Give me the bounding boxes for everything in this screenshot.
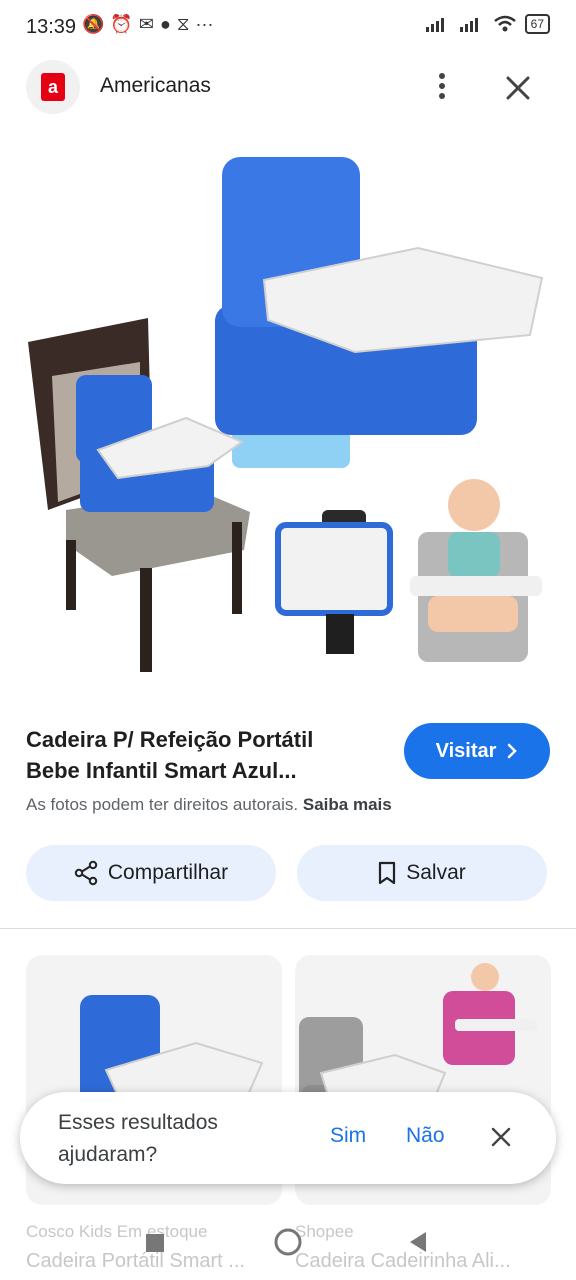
- share-icon: [74, 860, 98, 886]
- visit-label: Visitar: [435, 739, 497, 762]
- more-vert-icon[interactable]: [430, 70, 454, 102]
- folded-chair-illustration: [275, 510, 393, 654]
- feedback-question: Esses resultados ajudaram?: [58, 1111, 218, 1166]
- status-time: 13:39: [26, 16, 77, 38]
- system-nav-bar: [146, 1228, 426, 1256]
- section-divider: [0, 928, 576, 929]
- feedback-prompt: Esses resultados ajudaram? Sim Não: [20, 1092, 556, 1184]
- alarm-icon: ⏰: [110, 14, 133, 34]
- copyright-notice: As fotos podem ter direitos autorais. Sa…: [26, 795, 392, 815]
- recents-nav-icon[interactable]: [146, 1234, 164, 1252]
- logo-letter: a: [41, 73, 65, 101]
- product-title[interactable]: Cadeira P/ Refeição Portátil Bebe Infant…: [26, 724, 386, 786]
- notification-icons: 🔕 ⏰ ✉ ● ⧖ ···: [82, 14, 213, 35]
- baby-photo-illustration: [410, 479, 542, 662]
- wifi-icon: [493, 15, 516, 32]
- main-chair-illustration: [215, 157, 544, 468]
- overflow-dots: ···: [195, 14, 214, 34]
- home-nav-icon[interactable]: [274, 1228, 302, 1256]
- save-label: Salvar: [406, 861, 466, 884]
- site-name[interactable]: Americanas: [100, 74, 211, 98]
- feedback-no-button[interactable]: Não: [406, 1124, 445, 1148]
- battery-icon: 67: [524, 14, 550, 34]
- feedback-yes-button[interactable]: Sim: [330, 1124, 366, 1148]
- title-line-2: Bebe Infantil Smart Azul...: [26, 758, 297, 783]
- copyright-text: As fotos podem ter direitos autorais.: [26, 795, 299, 814]
- status-right: 67: [425, 14, 550, 34]
- signal-icon-2: [459, 18, 478, 32]
- status-bar: 13:39 🔕 ⏰ ✉ ● ⧖ ··· 67: [0, 0, 576, 56]
- close-icon[interactable]: [490, 1126, 512, 1148]
- share-button[interactable]: Compartilhar: [26, 845, 276, 901]
- signal-icon: [425, 18, 444, 32]
- mute-icon: 🔕: [82, 14, 105, 34]
- title-line-1: Cadeira P/ Refeição Portátil: [26, 727, 314, 752]
- learn-more-link[interactable]: Saiba mais: [303, 795, 392, 814]
- bookmark-icon: [379, 861, 396, 885]
- product-image[interactable]: [0, 130, 576, 690]
- chevron-right-icon: [508, 743, 518, 759]
- save-button[interactable]: Salvar: [297, 845, 547, 901]
- chat-icon: ●: [159, 14, 171, 34]
- visit-button[interactable]: Visitar: [404, 723, 550, 779]
- close-icon[interactable]: [502, 72, 534, 104]
- source-header: a Americanas: [0, 58, 576, 116]
- share-label: Compartilhar: [107, 861, 229, 884]
- site-logo[interactable]: a: [26, 60, 80, 114]
- back-nav-icon[interactable]: [410, 1232, 426, 1252]
- messenger-icon: ✉: [138, 14, 154, 34]
- app-icon: ⧖: [176, 14, 190, 34]
